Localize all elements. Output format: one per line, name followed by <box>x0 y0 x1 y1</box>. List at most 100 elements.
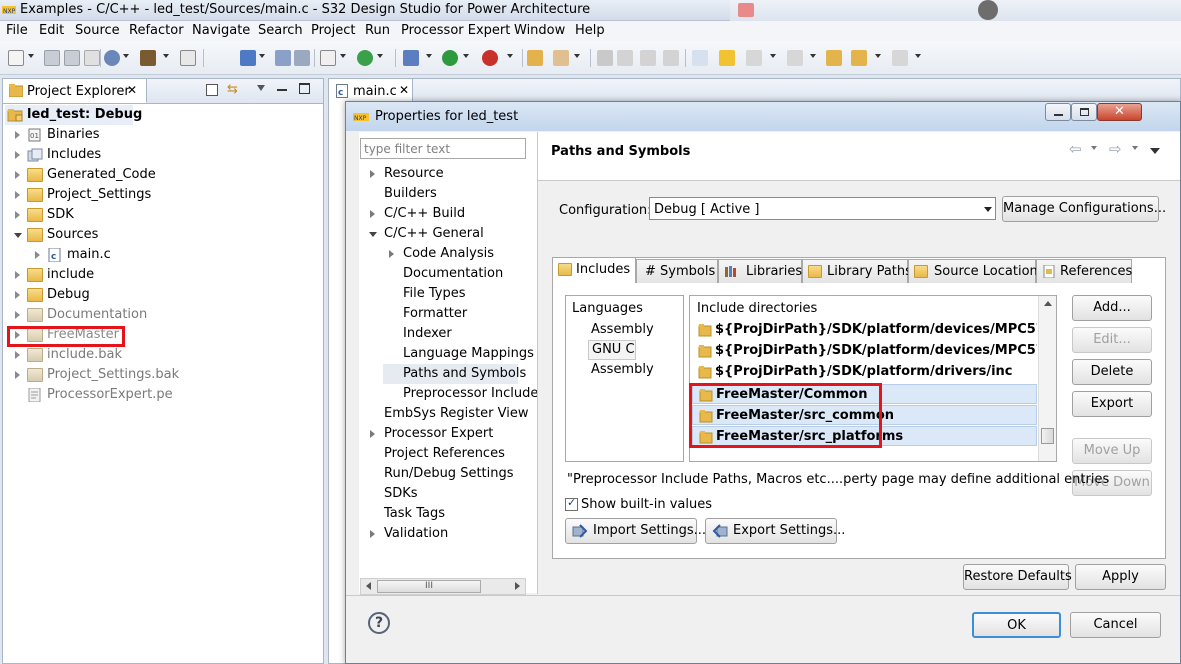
last-edit-icon[interactable] <box>826 50 842 66</box>
open-folder-icon[interactable] <box>527 50 543 66</box>
collapse-all-icon[interactable] <box>206 84 218 96</box>
tab-includes[interactable]: Includes <box>552 257 636 283</box>
menu-refactor[interactable]: Refactor <box>129 23 184 38</box>
new-c-file-icon[interactable] <box>320 50 336 66</box>
menu-navigate[interactable]: Navigate <box>192 23 250 38</box>
outline-disabled-icon[interactable] <box>640 50 656 66</box>
edit-disabled-icon[interactable] <box>597 50 613 66</box>
expand-icon[interactable] <box>389 250 394 258</box>
new-icon[interactable] <box>8 50 24 66</box>
link-editor-icon[interactable]: ⇆ <box>227 83 241 97</box>
export-settings-button[interactable]: Export Settings... <box>705 518 845 544</box>
layout-icon[interactable] <box>294 50 310 66</box>
menu-window[interactable]: Window <box>514 23 565 38</box>
collapse-icon[interactable] <box>14 233 22 238</box>
language-item-selected[interactable]: GNU C <box>588 340 636 360</box>
paragraph-icon[interactable] <box>663 50 679 66</box>
menu-source[interactable]: Source <box>75 23 120 38</box>
close-icon[interactable]: ✕ <box>127 83 137 97</box>
minimize-button[interactable] <box>1045 103 1071 121</box>
expand-icon[interactable] <box>370 530 375 538</box>
vertical-scrollbar[interactable] <box>1038 296 1056 461</box>
menu-processor-expert[interactable]: Processor Expert <box>401 23 510 38</box>
ok-button[interactable]: OK <box>972 612 1061 638</box>
add-button[interactable]: Add... <box>1072 295 1152 321</box>
expand-icon[interactable] <box>15 191 20 199</box>
external-tools-icon[interactable] <box>482 50 498 66</box>
settings-icon[interactable] <box>104 50 120 66</box>
collapse-icon[interactable] <box>369 232 377 237</box>
language-item[interactable]: Assembly <box>591 322 654 337</box>
expand-icon[interactable] <box>15 171 20 179</box>
close-button[interactable]: ✕ <box>1097 103 1142 121</box>
menu-help[interactable]: Help <box>575 23 605 38</box>
cancel-button[interactable]: Cancel <box>1070 612 1161 638</box>
maximize-button[interactable] <box>1071 103 1097 121</box>
move-up-button[interactable]: Move Up <box>1072 438 1152 464</box>
apply-button[interactable]: Apply <box>1075 564 1166 590</box>
expand-icon[interactable] <box>15 371 20 379</box>
scroll-left-icon[interactable] <box>366 582 371 590</box>
tab-symbols[interactable]: # Symbols <box>636 259 718 283</box>
debug-config-icon[interactable] <box>240 50 256 66</box>
expand-icon[interactable] <box>15 311 20 319</box>
expand-icon[interactable] <box>15 131 20 139</box>
expand-icon[interactable] <box>370 210 375 218</box>
back-arrow-icon[interactable]: ⇦ <box>1069 140 1082 158</box>
include-item[interactable]: ${ProjDirPath}/SDK/platform/devices/MPC5… <box>692 320 1037 340</box>
language-item[interactable]: Assembly <box>591 362 654 377</box>
format-disabled-icon[interactable] <box>617 50 633 66</box>
chevron-down-icon[interactable] <box>1091 146 1097 150</box>
connect-icon[interactable] <box>275 50 291 66</box>
menu-project[interactable]: Project <box>311 23 355 38</box>
scroll-thumb[interactable]: III <box>377 580 481 593</box>
annotation-icon[interactable] <box>719 50 735 66</box>
close-icon[interactable]: ✕ <box>399 83 409 97</box>
menu-edit[interactable]: Edit <box>39 23 64 38</box>
configuration-select[interactable]: Debug [ Active ] <box>649 197 996 220</box>
manage-configurations-button[interactable]: Manage Configurations... <box>1002 196 1166 222</box>
view-menu-icon[interactable] <box>257 85 265 91</box>
scroll-thumb[interactable] <box>1041 428 1054 444</box>
nav-horizontal-scrollbar[interactable]: III <box>360 578 526 595</box>
tab-library-paths[interactable]: Library Paths <box>802 259 912 283</box>
expand-icon[interactable] <box>370 430 375 438</box>
include-item[interactable]: ${ProjDirPath}/SDK/platform/drivers/inc <box>692 362 1037 382</box>
menu-file[interactable]: File <box>6 23 28 38</box>
expand-icon[interactable] <box>35 251 40 259</box>
nav-item-paths-and-symbols[interactable]: Paths and Symbols <box>383 364 526 384</box>
refresh-icon[interactable] <box>357 50 373 66</box>
help-icon[interactable]: ? <box>368 612 390 634</box>
pen-icon[interactable] <box>553 50 569 66</box>
restore-defaults-button[interactable]: Restore Defaults <box>963 564 1072 590</box>
tab-references[interactable]: References <box>1036 259 1132 283</box>
expand-icon[interactable] <box>15 151 20 159</box>
import-settings-button[interactable]: Import Settings... <box>565 518 706 544</box>
save-all-icon[interactable] <box>64 50 80 66</box>
tab-source-location[interactable]: Source Location <box>908 259 1038 283</box>
view-menu-icon[interactable] <box>1150 148 1160 154</box>
chevron-down-icon[interactable] <box>1132 146 1138 150</box>
tab-libraries[interactable]: Libraries <box>718 259 802 283</box>
project-root[interactable]: led_test: Debug <box>5 105 142 125</box>
bug-debug-icon[interactable] <box>403 50 419 66</box>
project-explorer-tab[interactable]: Project Explorer ✕ <box>3 79 147 103</box>
menu-search[interactable]: Search <box>258 23 303 38</box>
scroll-up-icon[interactable] <box>1044 301 1052 306</box>
expand-icon[interactable] <box>15 291 20 299</box>
expand-icon[interactable] <box>15 271 20 279</box>
show-builtin-checkbox[interactable]: ✓ <box>565 496 578 511</box>
expand-icon[interactable] <box>15 211 20 219</box>
scroll-right-icon[interactable] <box>515 582 520 590</box>
next-annotation-icon[interactable] <box>746 50 762 66</box>
prev-annotation-icon[interactable] <box>787 50 803 66</box>
binary-icon[interactable] <box>180 50 196 66</box>
save-icon[interactable] <box>44 50 60 66</box>
run-icon[interactable] <box>442 50 458 66</box>
maximize-icon[interactable] <box>299 83 310 94</box>
include-item[interactable]: ${ProjDirPath}/SDK/platform/devices/MPC5… <box>692 341 1037 361</box>
build-hammer-icon[interactable] <box>140 50 156 66</box>
export-button[interactable]: Export <box>1072 391 1152 417</box>
expand-icon[interactable] <box>370 170 375 178</box>
expand-icon[interactable] <box>15 351 20 359</box>
